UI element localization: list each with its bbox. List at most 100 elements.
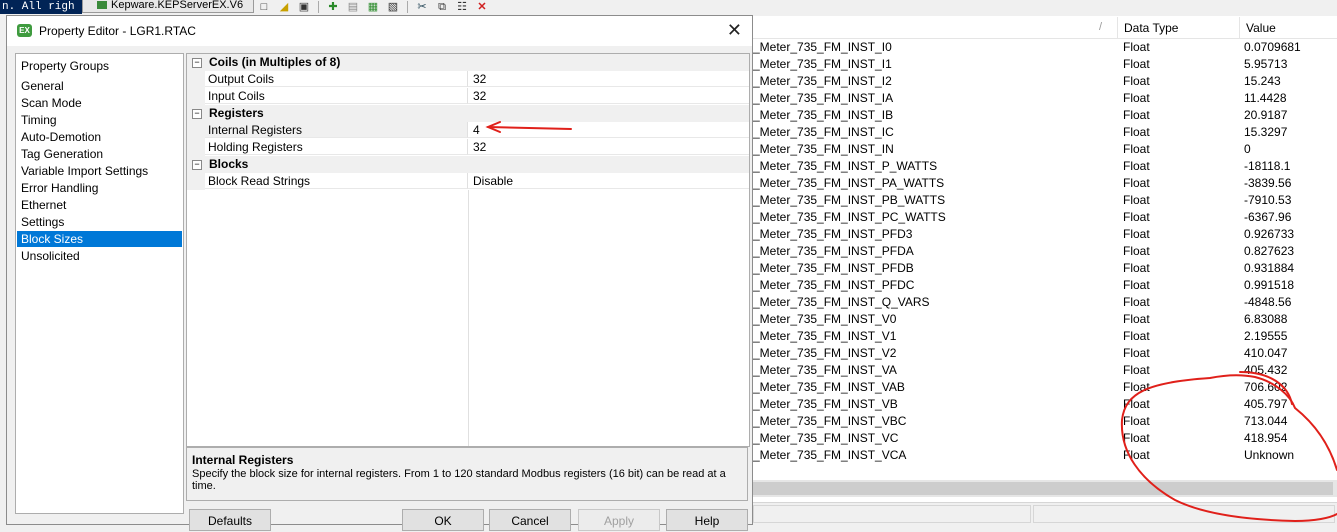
property-group-variable-import-settings[interactable]: Variable Import Settings <box>17 163 182 179</box>
tag-row[interactable]: SS_Meter_735_FM_INST_V2 Float 410.047 <box>737 345 1337 362</box>
tag-data-type: Float <box>1123 159 1150 173</box>
copy-icon[interactable]: ⧉ <box>434 1 450 14</box>
tag-row[interactable]: SS_Meter_735_FM_INST_VBC Float 713.044 <box>737 413 1337 430</box>
new-group-icon[interactable]: ▦ <box>365 1 381 14</box>
category-label: Registers <box>209 106 264 120</box>
collapse-icon[interactable]: − <box>192 58 202 68</box>
status-segment <box>753 505 1031 523</box>
collapse-icon[interactable]: − <box>192 160 202 170</box>
property-value-field[interactable]: 32 <box>468 88 749 104</box>
property-row[interactable]: Internal Registers 4 <box>187 122 749 139</box>
tag-row[interactable]: SS_Meter_735_FM_INST_V1 Float 2.19555 <box>737 328 1337 345</box>
collapse-icon[interactable]: − <box>192 109 202 119</box>
property-row[interactable]: Holding Registers 32 <box>187 139 749 156</box>
tag-value: 0.931884 <box>1244 261 1295 275</box>
category-row[interactable]: − Coils (in Multiples of 8) <box>187 54 749 71</box>
property-row[interactable]: Block Read Strings Disable <box>187 173 749 190</box>
delete-icon[interactable]: ✕ <box>474 1 490 14</box>
property-group-auto-demotion[interactable]: Auto-Demotion <box>17 129 182 145</box>
tag-data-type: Float <box>1123 108 1150 122</box>
property-value-field[interactable]: Disable <box>468 173 749 189</box>
tag-row[interactable]: SS_Meter_735_FM_INST_PFDA Float 0.827623 <box>737 243 1337 260</box>
column-header-data-type[interactable]: Data Type <box>1117 17 1239 38</box>
new-file-icon[interactable]: □ <box>256 1 272 14</box>
save-icon[interactable]: ▣ <box>296 1 312 14</box>
tag-name: SS_Meter_735_FM_INST_I2 <box>737 74 892 88</box>
tag-row[interactable]: SS_Meter_735_FM_INST_PC_WATTS Float -6367.… <box>737 209 1337 226</box>
help-button[interactable]: Help <box>666 509 748 531</box>
property-value-field[interactable]: 4 <box>468 122 749 138</box>
tag-name: SS_Meter_735_FM_INST_V1 <box>737 329 897 343</box>
cut-icon[interactable]: ✂ <box>414 1 430 14</box>
tag-row[interactable]: SS_Meter_735_FM_INST_V0 Float 6.83088 <box>737 311 1337 328</box>
column-header-value[interactable]: Value <box>1239 17 1337 38</box>
tag-data-type: Float <box>1123 227 1150 241</box>
tag-value: 0.827623 <box>1244 244 1295 258</box>
close-icon[interactable]: ✕ <box>727 20 742 40</box>
tag-row[interactable]: SS_Meter_735_FM_INST_VC Float 418.954 <box>737 430 1337 447</box>
property-value-field[interactable]: 32 <box>468 71 749 87</box>
property-grid: − Coils (in Multiples of 8) Output Coils 32… <box>186 53 750 447</box>
category-label: Blocks <box>209 157 249 171</box>
new-channel-icon[interactable]: ✚ <box>325 1 341 14</box>
tag-value: 11.4428 <box>1244 91 1287 105</box>
tag-value: -7910.53 <box>1244 193 1292 207</box>
property-group-timing[interactable]: Timing <box>17 112 182 128</box>
tag-row[interactable]: SS_Meter_735_FM_INST_IB Float 20.9187 <box>737 107 1337 124</box>
tag-row[interactable]: SS_Meter_735_FM_INST_VA Float 405.432 <box>737 362 1337 379</box>
category-row[interactable]: − Blocks <box>187 156 749 173</box>
toolbar-separator <box>407 1 408 13</box>
apply-button: Apply <box>578 509 660 531</box>
property-group-scan-mode[interactable]: Scan Mode <box>17 95 182 111</box>
tag-row[interactable]: SS_Meter_735_FM_INST_VCA Float Unknown <box>737 447 1337 464</box>
tag-row[interactable]: SS_Meter_735_FM_INST_VB Float 405.797 <box>737 396 1337 413</box>
tag-row[interactable]: SS_Meter_735_FM_INST_IA Float 11.4428 <box>737 90 1337 107</box>
property-group-tag-generation[interactable]: Tag Generation <box>17 146 182 162</box>
cancel-button[interactable]: Cancel <box>489 509 571 531</box>
tag-name: SS_Meter_735_FM_INST_IC <box>737 125 894 139</box>
property-group-error-handling[interactable]: Error Handling <box>17 180 182 196</box>
property-row[interactable]: Output Coils 32 <box>187 71 749 88</box>
property-group-ethernet[interactable]: Ethernet <box>17 197 182 213</box>
property-group-unsolicited[interactable]: Unsolicited <box>17 248 182 264</box>
tag-name: SS_Meter_735_FM_INST_VCA <box>737 448 907 462</box>
defaults-button[interactable]: Defaults <box>189 509 271 531</box>
property-group-settings[interactable]: Settings <box>17 214 182 230</box>
tag-row[interactable]: SS_Meter_735_FM_INST_IN Float 0 <box>737 141 1337 158</box>
tag-row[interactable]: SS_Meter_735_FM_INST_VAB Float 706.602 <box>737 379 1337 396</box>
property-row[interactable]: Input Coils 32 <box>187 88 749 105</box>
tag-name: SS_Meter_735_FM_INST_PB_WATTS <box>737 193 946 207</box>
tag-value: 5.95713 <box>1244 57 1288 71</box>
tag-row[interactable]: SS_Meter_735_FM_INST_P_WATTS Float -18118.… <box>737 158 1337 175</box>
new-device-icon[interactable]: ▤ <box>345 1 361 14</box>
category-row[interactable]: − Registers <box>187 105 749 122</box>
tag-name: SS_Meter_735_FM_INST_PA_WATTS <box>737 176 945 190</box>
tag-row[interactable]: SS_Meter_735_FM_INST_Q_VARS Float -4848.56 <box>737 294 1337 311</box>
tag-row[interactable]: SS_Meter_735_FM_INST_I0 Float 0.0709681 <box>737 39 1337 56</box>
tag-row[interactable]: SS_Meter_735_FM_INST_IC Float 15.3297 <box>737 124 1337 141</box>
horizontal-scrollbar[interactable] <box>753 480 1337 497</box>
property-group-general[interactable]: General <box>17 78 182 94</box>
property-value-field[interactable]: 32 <box>468 139 749 155</box>
open-folder-icon[interactable]: ◢ <box>276 1 292 14</box>
ok-button[interactable]: OK <box>402 509 484 531</box>
tag-row[interactable]: SS_Meter_735_FM_INST_PFDC Float 0.991518 <box>737 277 1337 294</box>
tag-row[interactable]: SS_Meter_735_FM_INST_PFD3 Float 0.926733 <box>737 226 1337 243</box>
row-gutter <box>187 173 205 190</box>
tag-row[interactable]: SS_Meter_735_FM_INST_I1 Float 5.95713 <box>737 56 1337 73</box>
tag-row[interactable]: SS_Meter_735_FM_INST_I2 Float 15.243 <box>737 73 1337 90</box>
category-label: Coils (in Multiples of 8) <box>209 55 341 69</box>
paste-icon[interactable]: ☷ <box>454 1 470 14</box>
tag-list-view: / Data Type Value SS_Meter_735_FM_INST_I… <box>737 16 1337 525</box>
app-tab[interactable]: Kepware.KEPServerEX.V6 <box>82 0 254 13</box>
tag-name: SS_Meter_735_FM_INST_PFDC <box>737 278 915 292</box>
scrollbar-thumb[interactable] <box>753 482 1333 495</box>
tag-row[interactable]: SS_Meter_735_FM_INST_PFDB Float 0.931884 <box>737 260 1337 277</box>
tag-value: 418.954 <box>1244 431 1288 445</box>
tag-row[interactable]: SS_Meter_735_FM_INST_PB_WATTS Float -7910.… <box>737 192 1337 209</box>
tag-value: -18118.1 <box>1244 159 1291 173</box>
tag-row[interactable]: SS_Meter_735_FM_INST_PA_WATTS Float -3839.… <box>737 175 1337 192</box>
property-group-block-sizes[interactable]: Block Sizes <box>17 231 182 247</box>
new-tag-icon[interactable]: ▧ <box>385 1 401 14</box>
description-text: Specify the block size for internal regi… <box>192 468 726 492</box>
